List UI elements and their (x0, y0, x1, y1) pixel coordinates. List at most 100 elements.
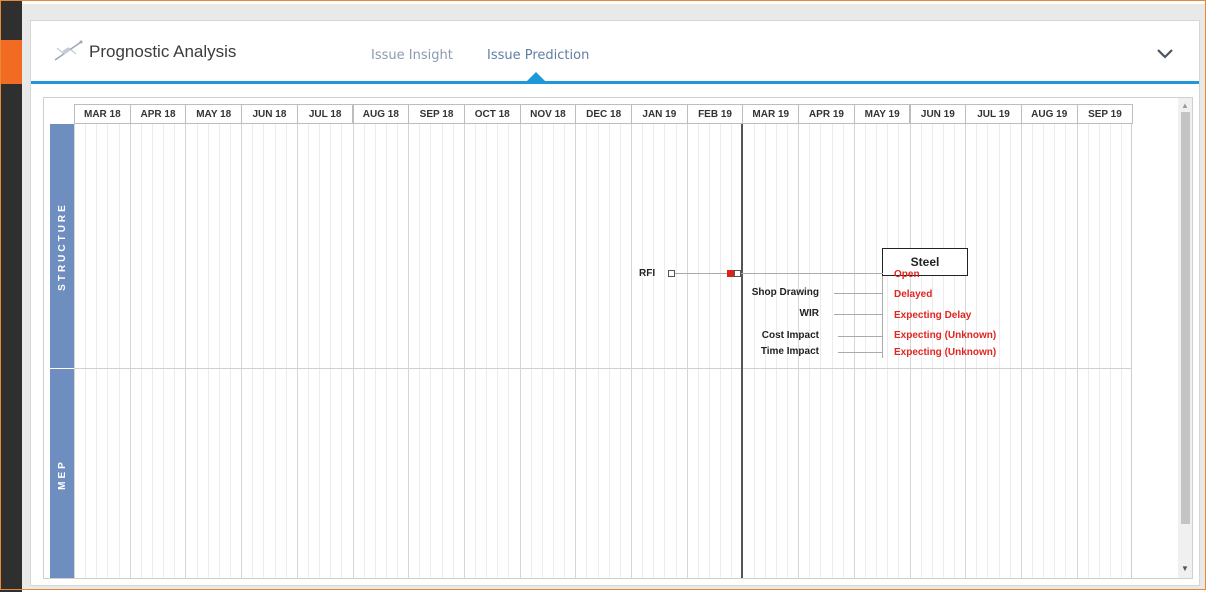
month-gridline (686, 124, 688, 578)
week-gridline (140, 124, 142, 578)
week-gridline (419, 124, 421, 578)
week-gridline (564, 124, 566, 578)
row-label-mep: MEP (50, 369, 74, 578)
week-gridline (163, 124, 165, 578)
week-gridline (363, 124, 365, 578)
item-cost-impact: Cost Impact (761, 330, 819, 341)
week-gridline (341, 124, 343, 578)
week-gridline (831, 124, 833, 578)
chevron-down-icon[interactable] (1155, 47, 1175, 61)
scroll-up-arrow[interactable]: ▲ (1181, 101, 1189, 110)
week-gridline (753, 124, 755, 578)
month-header: APR 18 (129, 104, 187, 124)
week-gridline (229, 124, 231, 578)
week-gridline (385, 124, 387, 578)
week-gridline (107, 124, 109, 578)
week-gridline (586, 124, 588, 578)
week-gridline (1009, 124, 1011, 578)
week-gridline (1110, 124, 1112, 578)
month-gridline (352, 124, 354, 578)
shop-drawing-connector (834, 293, 882, 294)
rfi-current-marker[interactable] (734, 270, 741, 277)
month-gridline (1020, 124, 1022, 578)
month-gridline (631, 124, 632, 578)
week-gridline (218, 124, 220, 578)
open-connector (741, 273, 883, 274)
week-gridline (597, 124, 599, 578)
week-gridline (720, 124, 722, 578)
month-gridline (296, 124, 298, 578)
week-gridline (285, 124, 287, 578)
week-gridline (274, 124, 276, 578)
week-gridline (553, 124, 555, 578)
week-gridline (664, 124, 666, 578)
row-label-structure: STRUCTURE (50, 124, 74, 368)
satellite-icon (54, 40, 83, 61)
app-side-rail (0, 0, 22, 592)
scroll-down-arrow[interactable]: ▼ (1181, 564, 1189, 573)
week-gridline (820, 124, 822, 578)
week-gridline (430, 124, 432, 578)
week-gridline (452, 124, 454, 578)
row-label-structure-text: STRUCTURE (56, 201, 68, 291)
tab-issue-insight[interactable]: Issue Insight (371, 48, 453, 63)
month-gridline (408, 124, 410, 578)
row-divider (74, 368, 1132, 369)
rfi-label: RFI (639, 268, 656, 279)
month-header: MAY 18 (185, 104, 243, 124)
week-gridline (887, 124, 889, 578)
rfi-start-marker[interactable] (668, 270, 675, 277)
item-shop-drawing: Shop Drawing (751, 287, 819, 298)
month-header: AUG 18 (352, 104, 410, 124)
wir-connector (834, 314, 882, 315)
status-time-impact: Expecting (Unknown) (894, 347, 997, 358)
cost-impact-connector (838, 336, 882, 337)
month-header: DEC 18 (575, 104, 632, 124)
month-header: MAR 18 (74, 104, 131, 124)
month-header: OCT 18 (463, 104, 521, 124)
page-title: Prognostic Analysis (89, 42, 237, 61)
status-open: Open (894, 269, 920, 280)
week-gridline (1032, 124, 1034, 578)
week-gridline (441, 124, 443, 578)
week-gridline (319, 124, 321, 578)
month-header: JUN 19 (909, 104, 967, 124)
workspace: Prognostic Analysis Issue Insight Issue … (22, 4, 1206, 590)
week-gridline (1043, 124, 1045, 578)
row-label-mep-text: MEP (56, 458, 68, 490)
week-gridline (642, 124, 644, 578)
week-gridline (174, 124, 176, 578)
month-gridline (129, 124, 131, 578)
vertical-scrollbar[interactable]: ▲ ▼ (1178, 98, 1192, 578)
timeline-chart: MAR 18 APR 18 MAY 18 JUN 18 JUL 18 AUG 18 SEP … (43, 97, 1193, 579)
time-impact-connector (838, 352, 882, 353)
status-shop-drawing: Delayed (894, 289, 933, 300)
week-gridline (697, 124, 699, 578)
week-gridline (307, 124, 309, 578)
week-gridline (1087, 124, 1089, 578)
scroll-thumb[interactable] (1181, 112, 1190, 524)
week-gridline (207, 124, 209, 578)
item-wir: WIR (799, 308, 819, 319)
week-gridline (1098, 124, 1100, 578)
week-gridline (475, 124, 477, 578)
status-connector (882, 276, 883, 358)
tab-issue-prediction[interactable]: Issue Prediction (487, 48, 589, 63)
month-gridline (575, 124, 577, 578)
week-gridline (508, 124, 510, 578)
week-gridline (675, 124, 677, 578)
timeline-grid: Steel RFI Open Shop Drawing Expecting De… (74, 124, 1132, 578)
month-header: MAY 19 (853, 104, 911, 124)
month-gridline (185, 124, 187, 578)
week-gridline (1054, 124, 1056, 578)
month-gridline (241, 124, 243, 578)
week-gridline (151, 124, 153, 578)
active-tab-indicator (527, 72, 545, 81)
side-rail-active-indicator (0, 40, 22, 84)
week-gridline (541, 124, 543, 578)
week-gridline (486, 124, 488, 578)
month-header: JUL 18 (296, 104, 354, 124)
week-gridline (1121, 124, 1123, 578)
month-header: NOV 18 (519, 104, 577, 124)
week-gridline (530, 124, 532, 578)
